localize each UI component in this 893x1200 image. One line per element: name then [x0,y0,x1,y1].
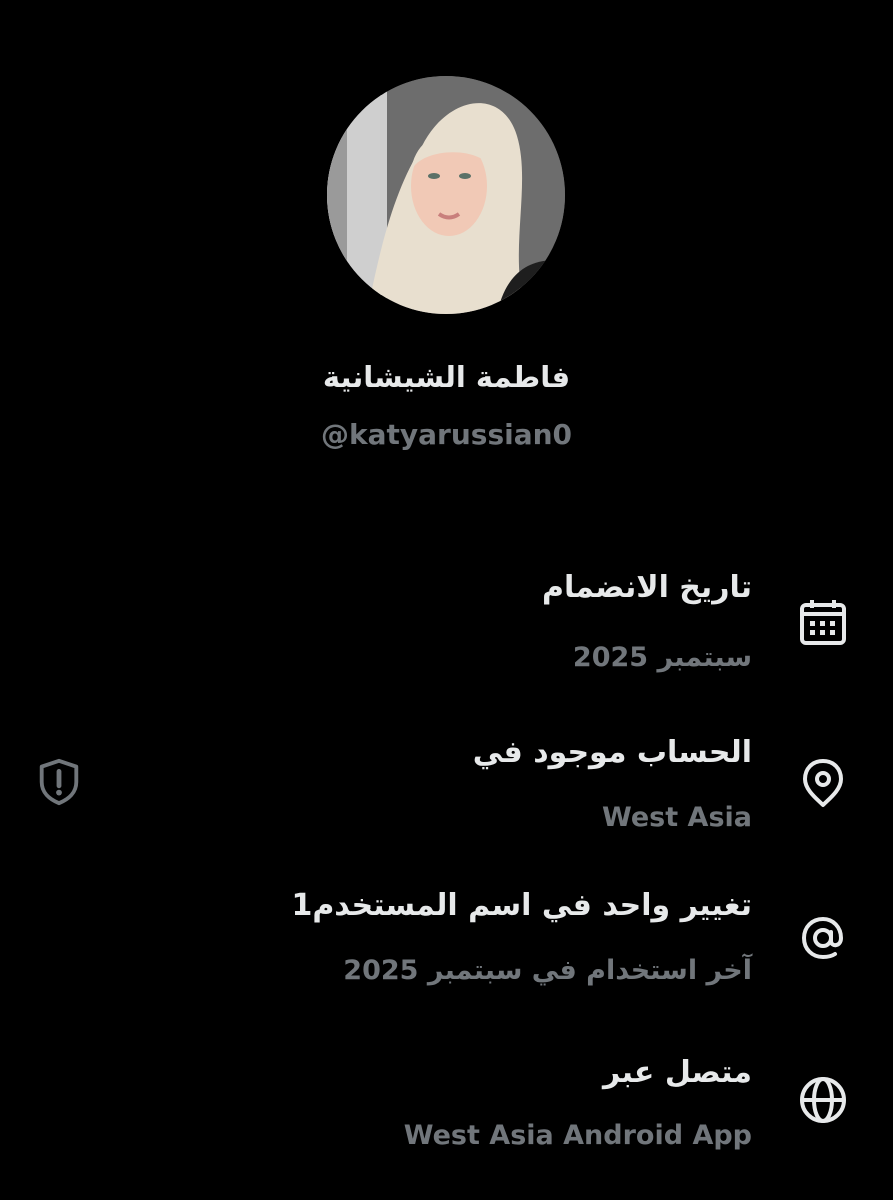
user-handle: @katyarussian0 [320,418,573,451]
location-title: الحساب موجود في [472,735,752,770]
avatar[interactable] [327,76,565,314]
globe-icon [797,1074,849,1126]
display-name: فاطمة الشيشانية [322,360,571,394]
at-sign-icon [797,912,849,964]
username-changes-title: تغيير واحد في اسم المستخدم1 [291,888,752,923]
calendar-icon [797,597,849,649]
connected-via-value: West Asia Android App [403,1120,752,1151]
avatar-image [327,76,565,314]
joined-title: تاريخ الانضمام [542,570,752,605]
username-last-used: آخر استخدام في سبتمبر 2025 [343,955,752,986]
location-pin-icon [797,757,849,809]
joined-date: سبتمبر 2025 [572,642,752,673]
connected-via-title: متصل عبر [602,1055,752,1090]
location-value: West Asia [602,802,752,833]
shield-alert-icon[interactable] [34,757,84,807]
